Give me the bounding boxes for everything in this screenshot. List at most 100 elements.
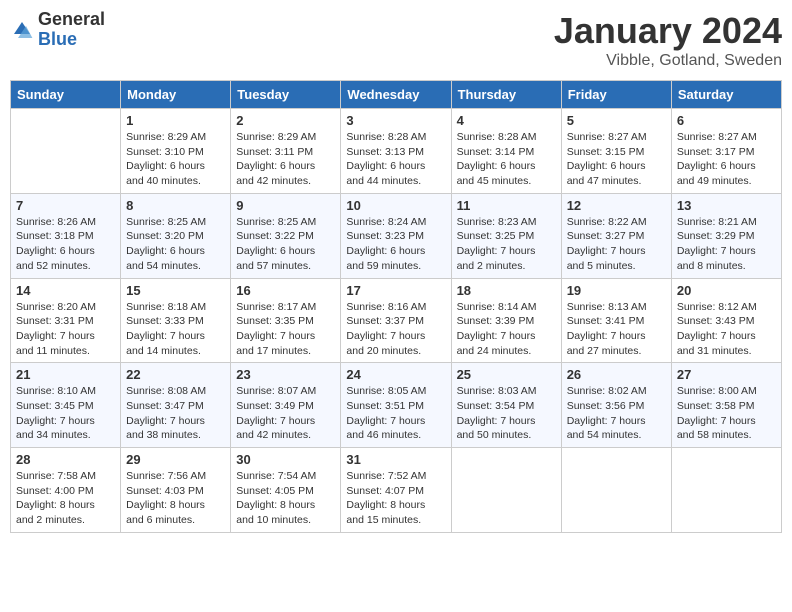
day-number: 31 (346, 452, 445, 467)
day-number: 28 (16, 452, 115, 467)
day-number: 4 (457, 113, 556, 128)
calendar-cell (11, 109, 121, 194)
calendar-cell: 31 Sunrise: 7:52 AMSunset: 4:07 PMDayligh… (341, 448, 451, 533)
location-subtitle: Vibble, Gotland, Sweden (554, 52, 782, 70)
day-number: 25 (457, 367, 556, 382)
day-info: Sunrise: 8:21 AMSunset: 3:29 PMDaylight:… (677, 215, 776, 274)
day-number: 17 (346, 283, 445, 298)
day-info: Sunrise: 8:22 AMSunset: 3:27 PMDaylight:… (567, 215, 666, 274)
day-number: 14 (16, 283, 115, 298)
calendar-week-3: 14 Sunrise: 8:20 AMSunset: 3:31 PMDayligh… (11, 278, 782, 363)
calendar-cell: 14 Sunrise: 8:20 AMSunset: 3:31 PMDayligh… (11, 278, 121, 363)
day-number: 16 (236, 283, 335, 298)
day-number: 1 (126, 113, 225, 128)
day-info: Sunrise: 8:29 AMSunset: 3:11 PMDaylight:… (236, 130, 335, 189)
day-number: 22 (126, 367, 225, 382)
calendar-header-wednesday: Wednesday (341, 81, 451, 109)
day-number: 15 (126, 283, 225, 298)
day-info: Sunrise: 8:02 AMSunset: 3:56 PMDaylight:… (567, 384, 666, 443)
calendar-cell: 30Sunrise: 7:54 AMSunset: 4:05 PMDayligh… (231, 448, 341, 533)
calendar-cell: 23 Sunrise: 8:07 AMSunset: 3:49 PMDayligh… (231, 363, 341, 448)
calendar-cell: 10 Sunrise: 8:24 AMSunset: 3:23 PMDayligh… (341, 193, 451, 278)
calendar-cell: 21Sunrise: 8:10 AMSunset: 3:45 PMDayligh… (11, 363, 121, 448)
calendar-table: SundayMondayTuesdayWednesdayThursdayFrid… (10, 80, 782, 533)
day-info: Sunrise: 8:16 AMSunset: 3:37 PMDaylight:… (346, 300, 445, 359)
day-info: Sunrise: 8:26 AMSunset: 3:18 PMDaylight:… (16, 215, 115, 274)
day-info: Sunrise: 8:23 AMSunset: 3:25 PMDaylight:… (457, 215, 556, 274)
day-number: 18 (457, 283, 556, 298)
calendar-cell: 9 Sunrise: 8:25 AMSunset: 3:22 PMDaylight… (231, 193, 341, 278)
day-info: Sunrise: 7:54 AMSunset: 4:05 PMDaylight:… (236, 469, 335, 528)
day-number: 3 (346, 113, 445, 128)
day-info: Sunrise: 8:25 AMSunset: 3:20 PMDaylight:… (126, 215, 225, 274)
day-info: Sunrise: 8:24 AMSunset: 3:23 PMDaylight:… (346, 215, 445, 274)
calendar-cell: 29 Sunrise: 7:56 AMSunset: 4:03 PMDayligh… (121, 448, 231, 533)
calendar-cell (561, 448, 671, 533)
calendar-header-saturday: Saturday (671, 81, 781, 109)
calendar-cell: 2 Sunrise: 8:29 AMSunset: 3:11 PMDaylight… (231, 109, 341, 194)
day-info: Sunrise: 8:20 AMSunset: 3:31 PMDaylight:… (16, 300, 115, 359)
logo-general-text: General (38, 10, 105, 30)
calendar-cell: 6Sunrise: 8:27 AMSunset: 3:17 PMDaylight… (671, 109, 781, 194)
day-number: 23 (236, 367, 335, 382)
calendar-header-tuesday: Tuesday (231, 81, 341, 109)
day-number: 26 (567, 367, 666, 382)
calendar-header-sunday: Sunday (11, 81, 121, 109)
calendar-cell (451, 448, 561, 533)
calendar-cell: 5Sunrise: 8:27 AMSunset: 3:15 PMDaylight… (561, 109, 671, 194)
calendar-cell: 19Sunrise: 8:13 AMSunset: 3:41 PMDayligh… (561, 278, 671, 363)
calendar-cell: 8 Sunrise: 8:25 AMSunset: 3:20 PMDaylight… (121, 193, 231, 278)
calendar-cell: 27 Sunrise: 8:00 AMSunset: 3:58 PMDayligh… (671, 363, 781, 448)
calendar-cell: 17 Sunrise: 8:16 AMSunset: 3:37 PMDayligh… (341, 278, 451, 363)
day-info: Sunrise: 8:14 AMSunset: 3:39 PMDaylight:… (457, 300, 556, 359)
calendar-cell: 4 Sunrise: 8:28 AMSunset: 3:14 PMDaylight… (451, 109, 561, 194)
title-block: January 2024 Vibble, Gotland, Sweden (554, 10, 782, 70)
day-info: Sunrise: 8:12 AMSunset: 3:43 PMDaylight:… (677, 300, 776, 359)
day-number: 6 (677, 113, 776, 128)
day-info: Sunrise: 8:28 AMSunset: 3:14 PMDaylight:… (457, 130, 556, 189)
calendar-cell: 13 Sunrise: 8:21 AMSunset: 3:29 PMDayligh… (671, 193, 781, 278)
day-number: 9 (236, 198, 335, 213)
calendar-cell: 15Sunrise: 8:18 AMSunset: 3:33 PMDayligh… (121, 278, 231, 363)
day-number: 11 (457, 198, 556, 213)
calendar-cell: 1 Sunrise: 8:29 AMSunset: 3:10 PMDaylight… (121, 109, 231, 194)
calendar-header-thursday: Thursday (451, 81, 561, 109)
calendar-week-1: 1 Sunrise: 8:29 AMSunset: 3:10 PMDaylight… (11, 109, 782, 194)
logo-text: General Blue (38, 10, 105, 50)
day-number: 27 (677, 367, 776, 382)
day-number: 2 (236, 113, 335, 128)
day-info: Sunrise: 7:56 AMSunset: 4:03 PMDaylight:… (126, 469, 225, 528)
calendar-cell: 16 Sunrise: 8:17 AMSunset: 3:35 PMDayligh… (231, 278, 341, 363)
day-number: 29 (126, 452, 225, 467)
calendar-cell: 25 Sunrise: 8:03 AMSunset: 3:54 PMDayligh… (451, 363, 561, 448)
day-info: Sunrise: 8:05 AMSunset: 3:51 PMDaylight:… (346, 384, 445, 443)
calendar-cell: 24Sunrise: 8:05 AMSunset: 3:51 PMDayligh… (341, 363, 451, 448)
calendar-cell: 22 Sunrise: 8:08 AMSunset: 3:47 PMDayligh… (121, 363, 231, 448)
day-number: 20 (677, 283, 776, 298)
day-number: 13 (677, 198, 776, 213)
calendar-cell: 3 Sunrise: 8:28 AMSunset: 3:13 PMDaylight… (341, 109, 451, 194)
calendar-header-row: SundayMondayTuesdayWednesdayThursdayFrid… (11, 81, 782, 109)
day-info: Sunrise: 8:00 AMSunset: 3:58 PMDaylight:… (677, 384, 776, 443)
logo-blue-text: Blue (38, 30, 105, 50)
day-info: Sunrise: 8:28 AMSunset: 3:13 PMDaylight:… (346, 130, 445, 189)
calendar-cell: 26 Sunrise: 8:02 AMSunset: 3:56 PMDayligh… (561, 363, 671, 448)
day-info: Sunrise: 8:07 AMSunset: 3:49 PMDaylight:… (236, 384, 335, 443)
day-info: Sunrise: 8:25 AMSunset: 3:22 PMDaylight:… (236, 215, 335, 274)
calendar-cell: 28Sunrise: 7:58 AMSunset: 4:00 PMDayligh… (11, 448, 121, 533)
calendar-cell: 12Sunrise: 8:22 AMSunset: 3:27 PMDayligh… (561, 193, 671, 278)
day-number: 10 (346, 198, 445, 213)
day-info: Sunrise: 8:17 AMSunset: 3:35 PMDaylight:… (236, 300, 335, 359)
day-info: Sunrise: 8:08 AMSunset: 3:47 PMDaylight:… (126, 384, 225, 443)
page-header: General Blue January 2024 Vibble, Gotlan… (10, 10, 782, 70)
logo: General Blue (10, 10, 105, 50)
calendar-header-friday: Friday (561, 81, 671, 109)
calendar-cell (671, 448, 781, 533)
day-info: Sunrise: 7:52 AMSunset: 4:07 PMDaylight:… (346, 469, 445, 528)
day-info: Sunrise: 8:29 AMSunset: 3:10 PMDaylight:… (126, 130, 225, 189)
day-info: Sunrise: 8:03 AMSunset: 3:54 PMDaylight:… (457, 384, 556, 443)
day-number: 8 (126, 198, 225, 213)
calendar-week-5: 28Sunrise: 7:58 AMSunset: 4:00 PMDayligh… (11, 448, 782, 533)
day-number: 5 (567, 113, 666, 128)
day-number: 19 (567, 283, 666, 298)
